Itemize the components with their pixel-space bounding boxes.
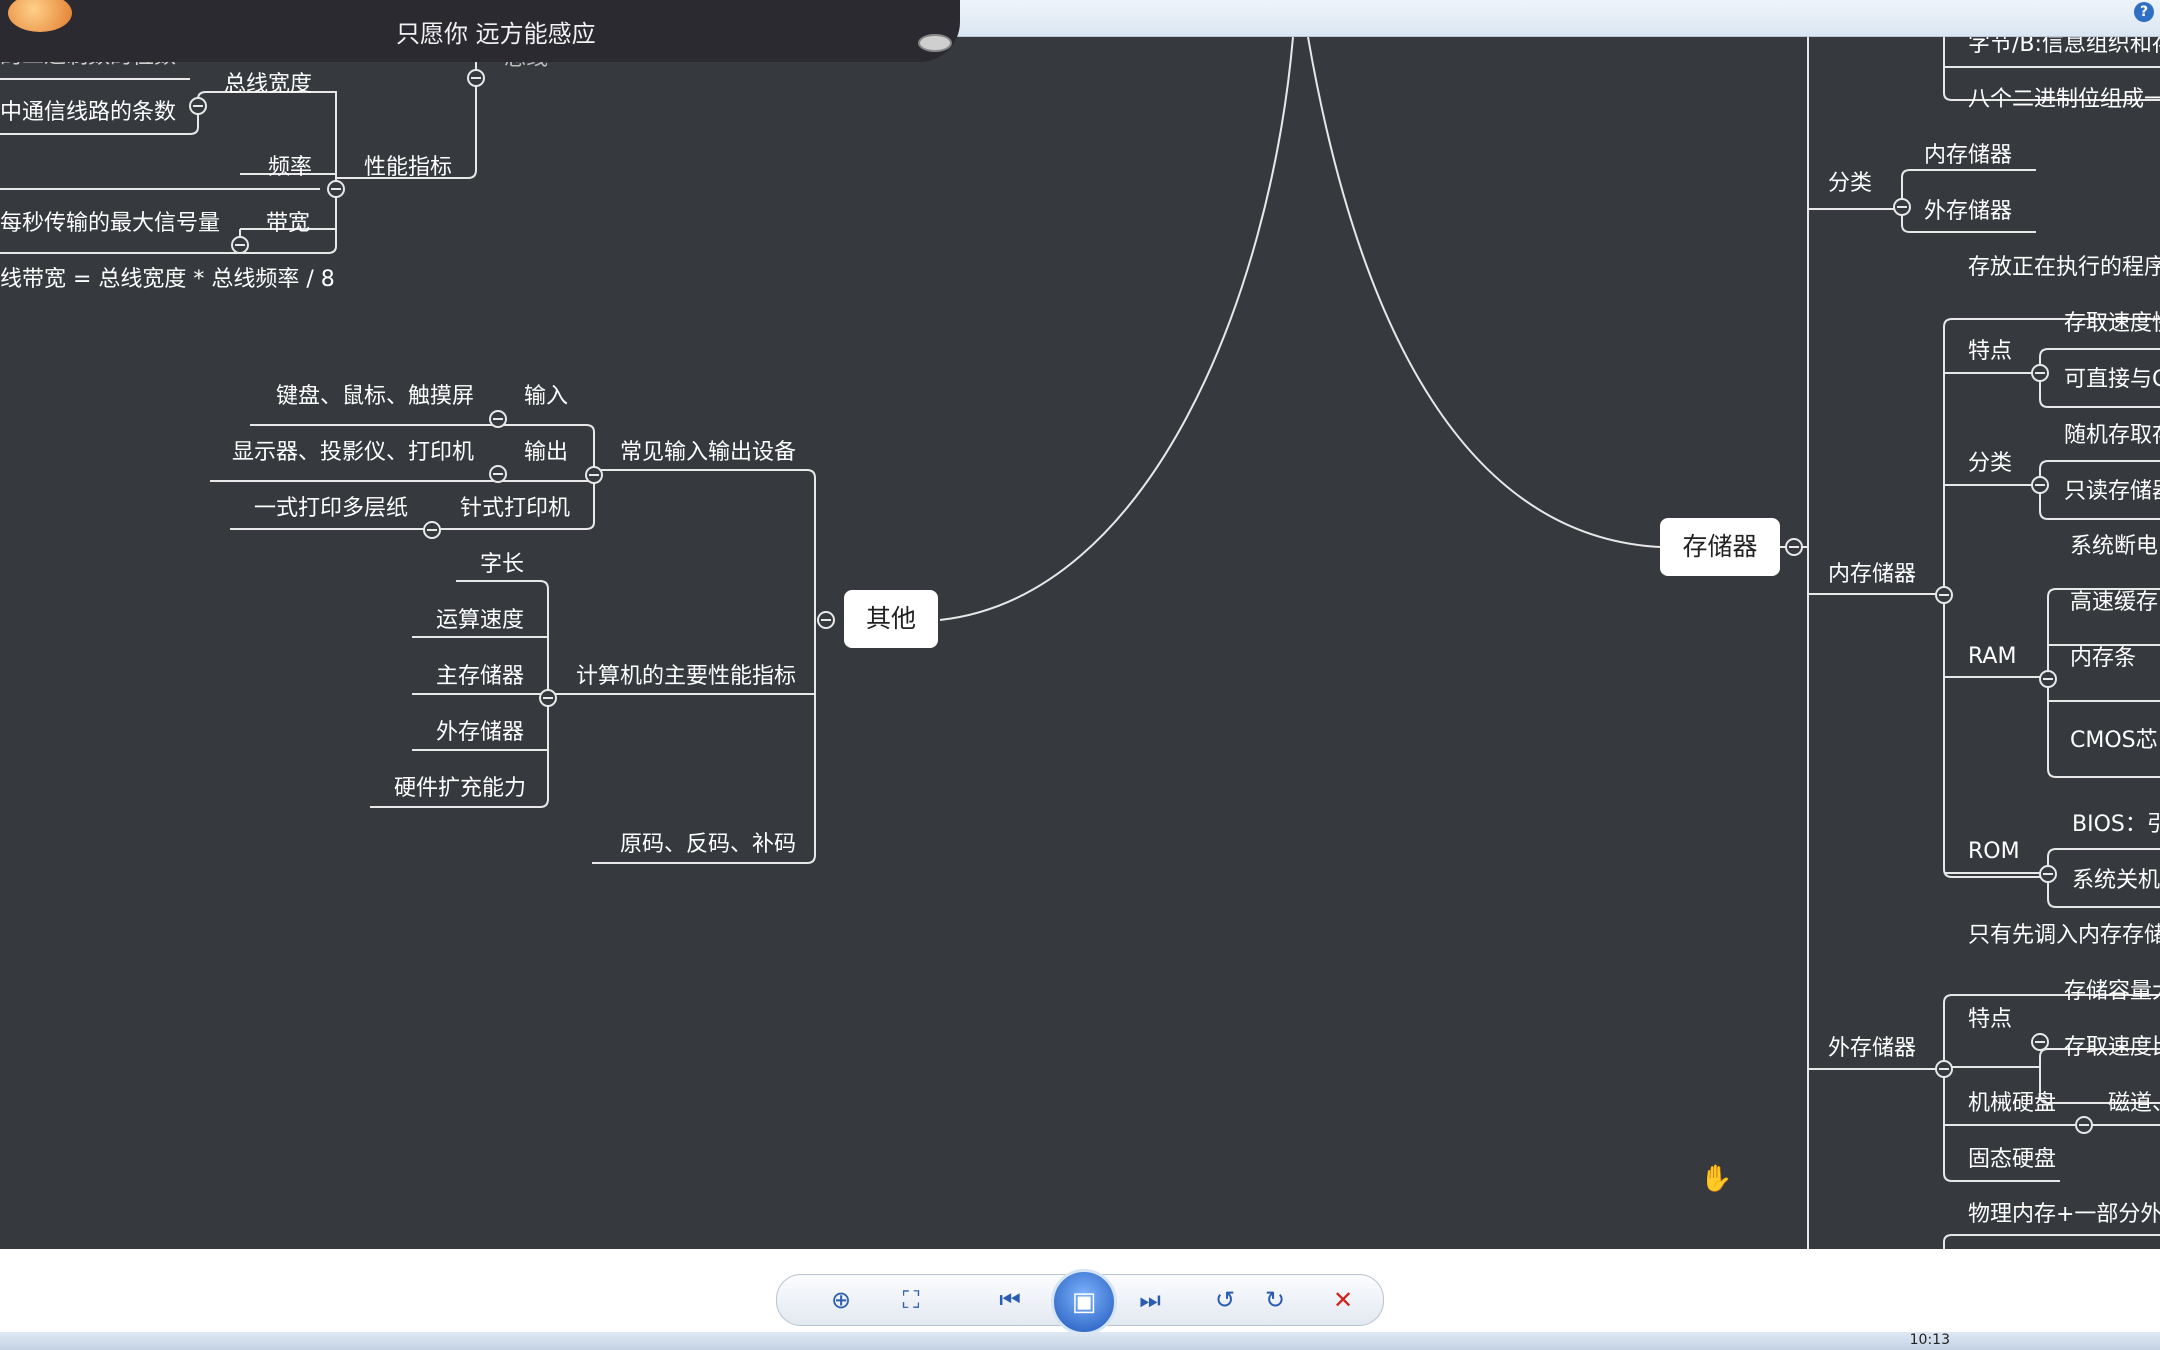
saturn-icon	[918, 34, 952, 52]
previous-icon[interactable]: ⏮	[977, 1283, 1043, 1317]
lyric-text: 只愿你 远方能感应	[396, 20, 596, 48]
fit-window-icon[interactable]: ⛶	[891, 1283, 931, 1317]
external-feature-label[interactable]: 特点	[1968, 1006, 2012, 1034]
slideshow-button[interactable]: ▣	[1051, 1269, 1117, 1335]
clock[interactable]: 10:13	[1910, 1332, 1950, 1348]
next-icon[interactable]: ⏭	[1117, 1283, 1183, 1317]
perf-item-external-memory[interactable]: 外存储器	[436, 719, 524, 747]
help-icon[interactable]: ?	[2134, 2, 2154, 22]
output-label[interactable]: 输出	[524, 439, 568, 467]
bus-lines-label: 中通信线路的条数	[0, 100, 177, 125]
ext-feature-capacity-label[interactable]: 存储容量大	[2064, 978, 2160, 1006]
internal-memory-label[interactable]: 内存储器	[1828, 561, 1916, 589]
virtual-memory-label[interactable]: 物理内存+一部分外	[1968, 1201, 2160, 1229]
eight-bits-label[interactable]: 八个二进制位组成一	[1968, 86, 2160, 114]
classify-external-label[interactable]: 外存储器	[1924, 198, 2012, 226]
output-items-label[interactable]: 显示器、投影仪、打印机	[232, 439, 474, 467]
input-label[interactable]: 输入	[524, 383, 568, 411]
node-other[interactable]: 其他	[844, 590, 938, 648]
ext-feature-speed-label[interactable]: 存取速度比	[2064, 1034, 2160, 1062]
rom-bios-label[interactable]: BIOS：引	[2072, 811, 2160, 839]
performance-label: 性能指标	[364, 155, 453, 180]
io-devices-label[interactable]: 常见输入输出设备	[620, 439, 796, 467]
internal-desc-label[interactable]: 存放正在执行的程序	[1968, 254, 2160, 282]
ssd-label[interactable]: 固态硬盘	[1968, 1146, 2056, 1174]
byte-unit-label[interactable]: 字节/B:信息组织和存	[1968, 37, 2160, 59]
hdd-label[interactable]: 机械硬盘	[1968, 1090, 2056, 1118]
perf-item-speed[interactable]: 运算速度	[436, 607, 524, 635]
ram-power-off-label[interactable]: 系统断电	[2070, 533, 2158, 561]
delete-icon[interactable]: ✕	[1323, 1283, 1363, 1317]
bandwidth-label: 带宽	[266, 211, 311, 236]
perf-item-main-memory[interactable]: 主存储器	[436, 663, 524, 691]
mindmap-connectors	[0, 37, 2160, 1249]
classify-random-label[interactable]: 随机存取存	[2064, 422, 2160, 450]
max-signal-label: 每秒传输的最大信号量	[0, 211, 221, 236]
taskbar: 10:13	[0, 1332, 2160, 1350]
rotate-cw-icon[interactable]: ↻	[1255, 1283, 1295, 1317]
classify-readonly-label[interactable]: 只读存储器	[2064, 478, 2160, 506]
external-desc-label[interactable]: 只有先调入内存存储	[1968, 922, 2160, 950]
perf-indicators-label[interactable]: 计算机的主要性能指标	[576, 663, 796, 691]
mindmap-canvas[interactable]: 的二进制数的位数 总线宽度 中通信线路的条数 频率 性能指标 带宽 每秒传输的最…	[0, 37, 2160, 1249]
hdd-desc-label[interactable]: 磁道、	[2108, 1090, 2160, 1118]
dot-printer-label[interactable]: 针式打印机	[460, 495, 570, 523]
feature-fast-label[interactable]: 存取速度快	[2064, 310, 2160, 338]
bus-width-label: 总线宽度	[224, 72, 313, 97]
node-storage[interactable]: 存储器	[1660, 518, 1780, 576]
ram-stick-label[interactable]: 内存条	[2070, 645, 2136, 673]
internal-feature-label[interactable]: 特点	[1968, 338, 2012, 366]
ram-cache-label[interactable]: 高速缓存	[2070, 589, 2158, 617]
internal-classify-label[interactable]: 分类	[1968, 450, 2012, 478]
music-lyric-bar: 只愿你 远方能感应	[0, 0, 960, 62]
external-memory-label[interactable]: 外存储器	[1828, 1035, 1916, 1063]
bandwidth-formula-label: 线带宽 = 总线宽度 * 总线频率 / 8	[0, 267, 335, 292]
ram-cmos-label[interactable]: CMOS芯	[2070, 727, 2158, 755]
dot-printer-desc-label[interactable]: 一式打印多层纸	[254, 495, 408, 523]
rom-shutdown-label[interactable]: 系统关机	[2072, 867, 2160, 895]
zoom-icon[interactable]: ⊕	[811, 1283, 871, 1317]
codes-label[interactable]: 原码、反码、补码	[620, 831, 796, 859]
rom-label[interactable]: ROM	[1968, 838, 2020, 866]
hand-cursor-icon: ✋	[1700, 1164, 1733, 1194]
perf-item-word-length[interactable]: 字长	[480, 551, 524, 579]
ram-label[interactable]: RAM	[1968, 643, 2016, 671]
perf-item-expansion[interactable]: 硬件扩充能力	[394, 775, 526, 803]
classify-internal-label[interactable]: 内存储器	[1924, 142, 2012, 170]
storage-classify-label[interactable]: 分类	[1828, 170, 1872, 198]
photo-viewer-toolbar: ⊕ ⛶ ⏮ ▣ ⏭ ↺ ↻ ✕	[776, 1269, 1384, 1335]
input-items-label[interactable]: 键盘、鼠标、触摸屏	[276, 383, 474, 411]
rotate-ccw-icon[interactable]: ↺	[1205, 1283, 1245, 1317]
frequency-label: 频率	[268, 155, 313, 180]
planet-icon	[8, 0, 72, 32]
feature-cpu-label[interactable]: 可直接与C	[2064, 366, 2160, 394]
